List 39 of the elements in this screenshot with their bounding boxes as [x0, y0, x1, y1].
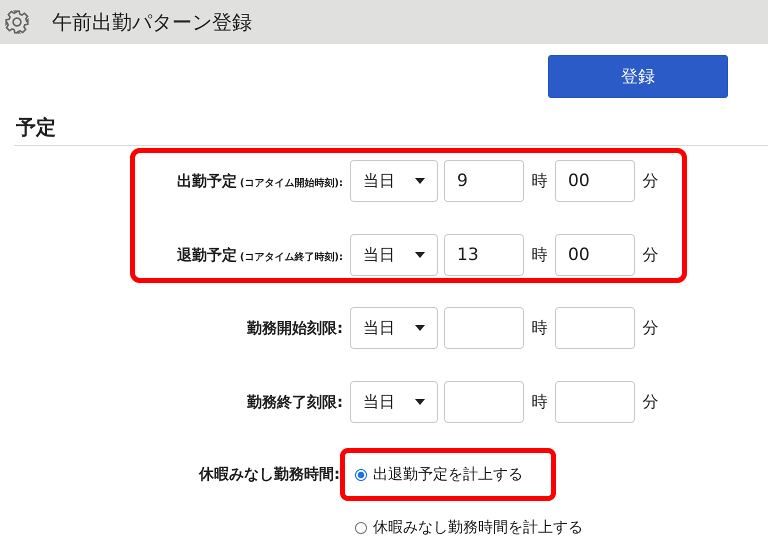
- field-label: 勤務終了刻限:: [247, 393, 343, 411]
- day-dropdown[interactable]: 当日: [350, 381, 438, 423]
- minute-field[interactable]: 00: [555, 160, 635, 202]
- hour-field[interactable]: [444, 307, 524, 349]
- minute-field[interactable]: 00: [555, 234, 635, 276]
- caret-icon: [415, 178, 425, 184]
- option-label[interactable]: 出退勤予定を計上する: [373, 465, 523, 484]
- radio-button[interactable]: [355, 468, 367, 480]
- radio-button[interactable]: [355, 522, 367, 534]
- field-note: (コアタイム終了時刻):: [240, 252, 343, 263]
- unit-label: 時: [530, 318, 548, 338]
- window-title: 午前出勤パターン登録: [52, 8, 252, 36]
- hour-field[interactable]: [444, 381, 524, 423]
- day-dropdown[interactable]: 当日: [350, 234, 438, 276]
- caret-icon: [415, 252, 425, 258]
- hour-field[interactable]: 9: [444, 160, 524, 202]
- unit-label: 分: [642, 318, 660, 338]
- unit-label: 時: [530, 170, 548, 192]
- field-note: (コアタイム開始時刻):: [240, 178, 343, 189]
- settings-icon[interactable]: [4, 9, 30, 35]
- field-label: 出勤予定: [176, 172, 237, 190]
- register-button[interactable]: 登録: [548, 55, 728, 98]
- caret-icon: [415, 399, 425, 405]
- minute-field[interactable]: [555, 381, 635, 423]
- unit-label: 分: [642, 170, 660, 192]
- field-label: 退勤予定: [176, 246, 237, 264]
- unit-label: 時: [530, 392, 548, 412]
- unit-label: 分: [642, 244, 660, 266]
- day-dropdown[interactable]: 当日: [350, 307, 438, 349]
- field-label: 休暇みなし勤務時間:: [198, 464, 340, 485]
- unit-label: 分: [642, 392, 660, 412]
- day-dropdown[interactable]: 当日: [350, 160, 438, 202]
- hour-field[interactable]: 13: [444, 234, 524, 276]
- field-label: 勤務開始刻限:: [247, 319, 343, 337]
- option-label[interactable]: 休暇みなし勤務時間を計上する: [373, 518, 583, 537]
- section-title: 予定: [16, 114, 57, 140]
- unit-label: 時: [530, 244, 548, 266]
- minute-field[interactable]: [555, 307, 635, 349]
- caret-icon: [415, 325, 425, 331]
